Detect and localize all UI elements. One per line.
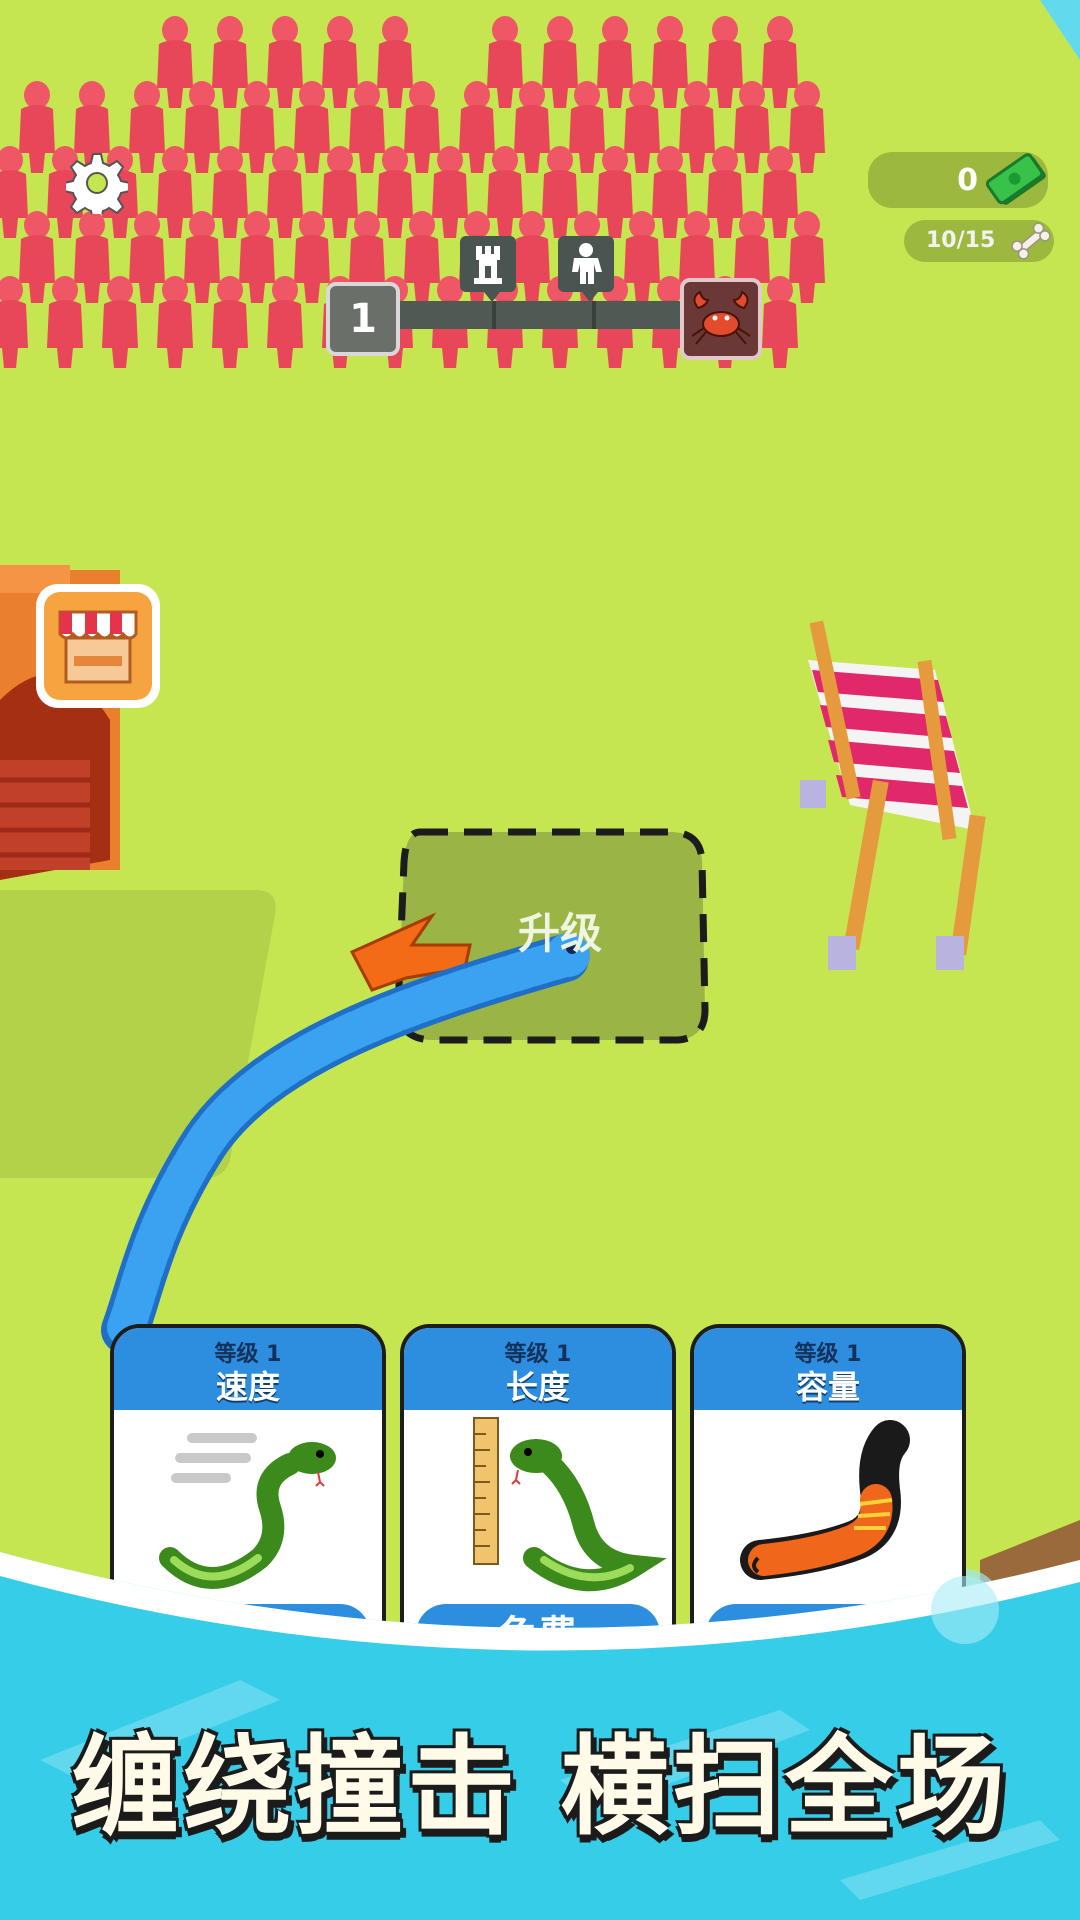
crowd-figure xyxy=(762,16,798,108)
crowd-figure xyxy=(267,146,303,238)
crowd-figure xyxy=(212,146,248,238)
card-title: 容量 xyxy=(795,1368,860,1406)
crowd-figure xyxy=(459,81,495,173)
crowd-figure xyxy=(377,146,413,238)
person-icon xyxy=(572,243,602,284)
crowd-figure xyxy=(679,81,715,173)
crowd-figure xyxy=(762,146,798,238)
cash-counter: 0 xyxy=(868,152,1048,208)
tower-stage-marker xyxy=(460,236,516,292)
shop-button[interactable] xyxy=(36,584,160,708)
crowd-figure xyxy=(239,211,275,303)
crowd-figure xyxy=(102,276,138,368)
bone-counter: 10/15 xyxy=(904,220,1054,262)
tower-icon xyxy=(474,246,502,284)
crowd-figure xyxy=(19,81,55,173)
crowd-figure xyxy=(789,81,825,173)
crowd-figure xyxy=(349,81,385,173)
crowd-figure xyxy=(514,81,550,173)
crowd-figure xyxy=(487,16,523,108)
crowd-figure xyxy=(652,16,688,108)
crowd-figure xyxy=(239,81,275,173)
crowd-figure xyxy=(212,16,248,108)
crowd-figure xyxy=(184,81,220,173)
crowd-figure xyxy=(0,276,28,368)
crowd-figure xyxy=(322,146,358,238)
cash-value: 0 xyxy=(957,163,978,198)
promo-slogan: 缠绕撞击 横扫全场 xyxy=(71,1725,1009,1850)
crowd-figure xyxy=(624,211,660,303)
crowd-figure xyxy=(597,146,633,238)
settings-button[interactable] xyxy=(63,152,131,221)
crowd-figure xyxy=(74,211,110,303)
crowd-figure xyxy=(294,81,330,173)
upgrade-pad-label: 升级 xyxy=(517,909,602,958)
crowd-figure xyxy=(157,146,193,238)
card-title: 速度 xyxy=(215,1368,280,1406)
crowd-figure xyxy=(542,146,578,238)
crowd-figure xyxy=(377,16,413,108)
crowd-figure xyxy=(624,81,660,173)
crowd-figure xyxy=(129,211,165,303)
crowd-figure xyxy=(129,81,165,173)
crowd-figure xyxy=(157,276,193,368)
boss-stage-marker xyxy=(680,278,762,360)
bone-icon xyxy=(1011,222,1051,260)
crowd-figure xyxy=(707,16,743,108)
crowd-figure xyxy=(707,146,743,238)
crowd-figure xyxy=(487,146,523,238)
crowd-figure xyxy=(569,81,605,173)
card-title: 长度 xyxy=(505,1368,570,1406)
crowd-figure xyxy=(404,81,440,173)
crowd-figure xyxy=(19,211,55,303)
crowd-figure xyxy=(404,211,440,303)
settings-gear-icon xyxy=(63,153,131,221)
current-level: 1 xyxy=(326,282,400,356)
crowd-figure xyxy=(789,211,825,303)
crowd-figure xyxy=(734,81,770,173)
crowd-figure xyxy=(0,146,28,238)
bones-value: 10/15 xyxy=(926,228,996,253)
level-progress-bar xyxy=(396,301,682,329)
crowd-figure xyxy=(762,276,798,368)
person-stage-marker xyxy=(558,236,614,292)
crowd-figure xyxy=(47,276,83,368)
crowd-figure xyxy=(267,16,303,108)
crowd-figure xyxy=(542,16,578,108)
crowd-figure xyxy=(212,276,248,368)
crowd-figure xyxy=(267,276,303,368)
crowd-figure xyxy=(432,146,468,238)
crowd-figure xyxy=(597,16,633,108)
crowd-figure xyxy=(157,16,193,108)
crowd-figure xyxy=(514,211,550,303)
crab-boss-icon xyxy=(691,290,751,345)
shop-icon xyxy=(58,610,138,684)
crowd-figure xyxy=(652,146,688,238)
crowd-figure xyxy=(294,211,330,303)
crowd-figure xyxy=(184,211,220,303)
cash-icon xyxy=(986,153,1046,205)
beach-chair xyxy=(800,620,986,970)
crowd-figure xyxy=(322,16,358,108)
